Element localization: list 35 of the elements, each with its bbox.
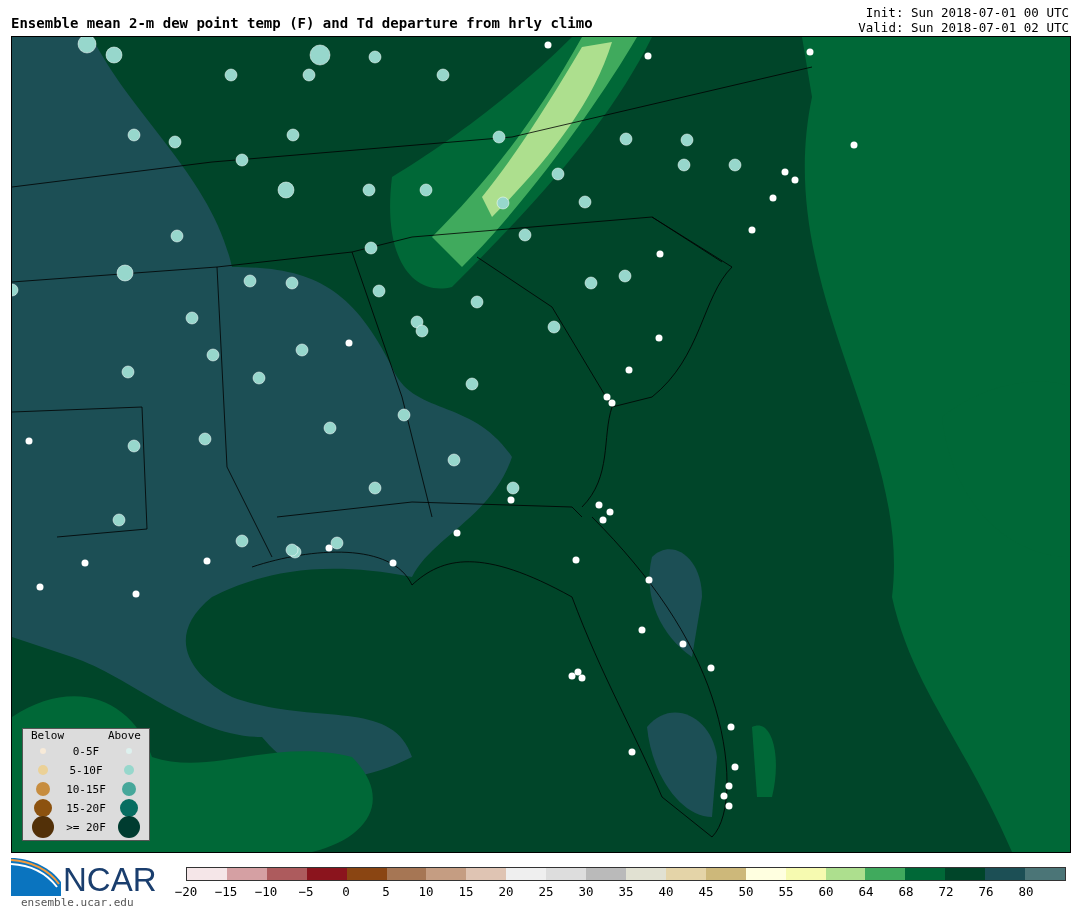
tick-label: 40 — [658, 884, 674, 899]
legend-heading: Below — [31, 730, 65, 742]
tick-label: 15 — [458, 884, 474, 899]
legend-label: 0-5F — [71, 744, 101, 758]
tick-label: 45 — [698, 884, 714, 899]
legend-label: 15-20F — [65, 801, 107, 815]
tick-label: 30 — [578, 884, 594, 899]
init-time: Init: Sun 2018-07-01 00 UTC — [864, 5, 1069, 20]
tick-label: 80 — [1018, 884, 1034, 899]
legend-heading: Above — [107, 730, 141, 742]
tick-label: 10 — [418, 884, 434, 899]
tick-label: 0 — [342, 884, 350, 899]
tick-label: −20 — [174, 884, 198, 899]
tick-label: 64 — [858, 884, 874, 899]
legend-label: 10-15F — [65, 782, 107, 796]
tick-label: 72 — [938, 884, 954, 899]
website-url: ensemble.ucar.edu — [20, 896, 135, 909]
chart-title: Ensemble mean 2-m dew point temp (F) and Td departure from hrly climo — [11, 15, 593, 33]
tick-label: 55 — [778, 884, 794, 899]
tick-label: 68 — [898, 884, 914, 899]
legend-label: >= 20F — [65, 820, 107, 834]
tick-label: −10 — [254, 884, 278, 899]
tick-label: −15 — [214, 884, 238, 899]
valid-time: Valid: Sun 2018-07-01 02 UTC — [858, 20, 1069, 35]
tick-label: 50 — [738, 884, 754, 899]
tick-label: −5 — [298, 884, 314, 899]
tick-label: 25 — [538, 884, 554, 899]
logo-wordmark: NCAR — [63, 864, 157, 896]
arc-logo-icon — [11, 856, 61, 896]
tick-label: 5 — [382, 884, 390, 899]
tick-label: 20 — [498, 884, 514, 899]
legend-label: 5-10F — [68, 763, 104, 777]
tick-label: 60 — [818, 884, 834, 899]
tick-label: 76 — [978, 884, 994, 899]
tick-label: 35 — [618, 884, 634, 899]
